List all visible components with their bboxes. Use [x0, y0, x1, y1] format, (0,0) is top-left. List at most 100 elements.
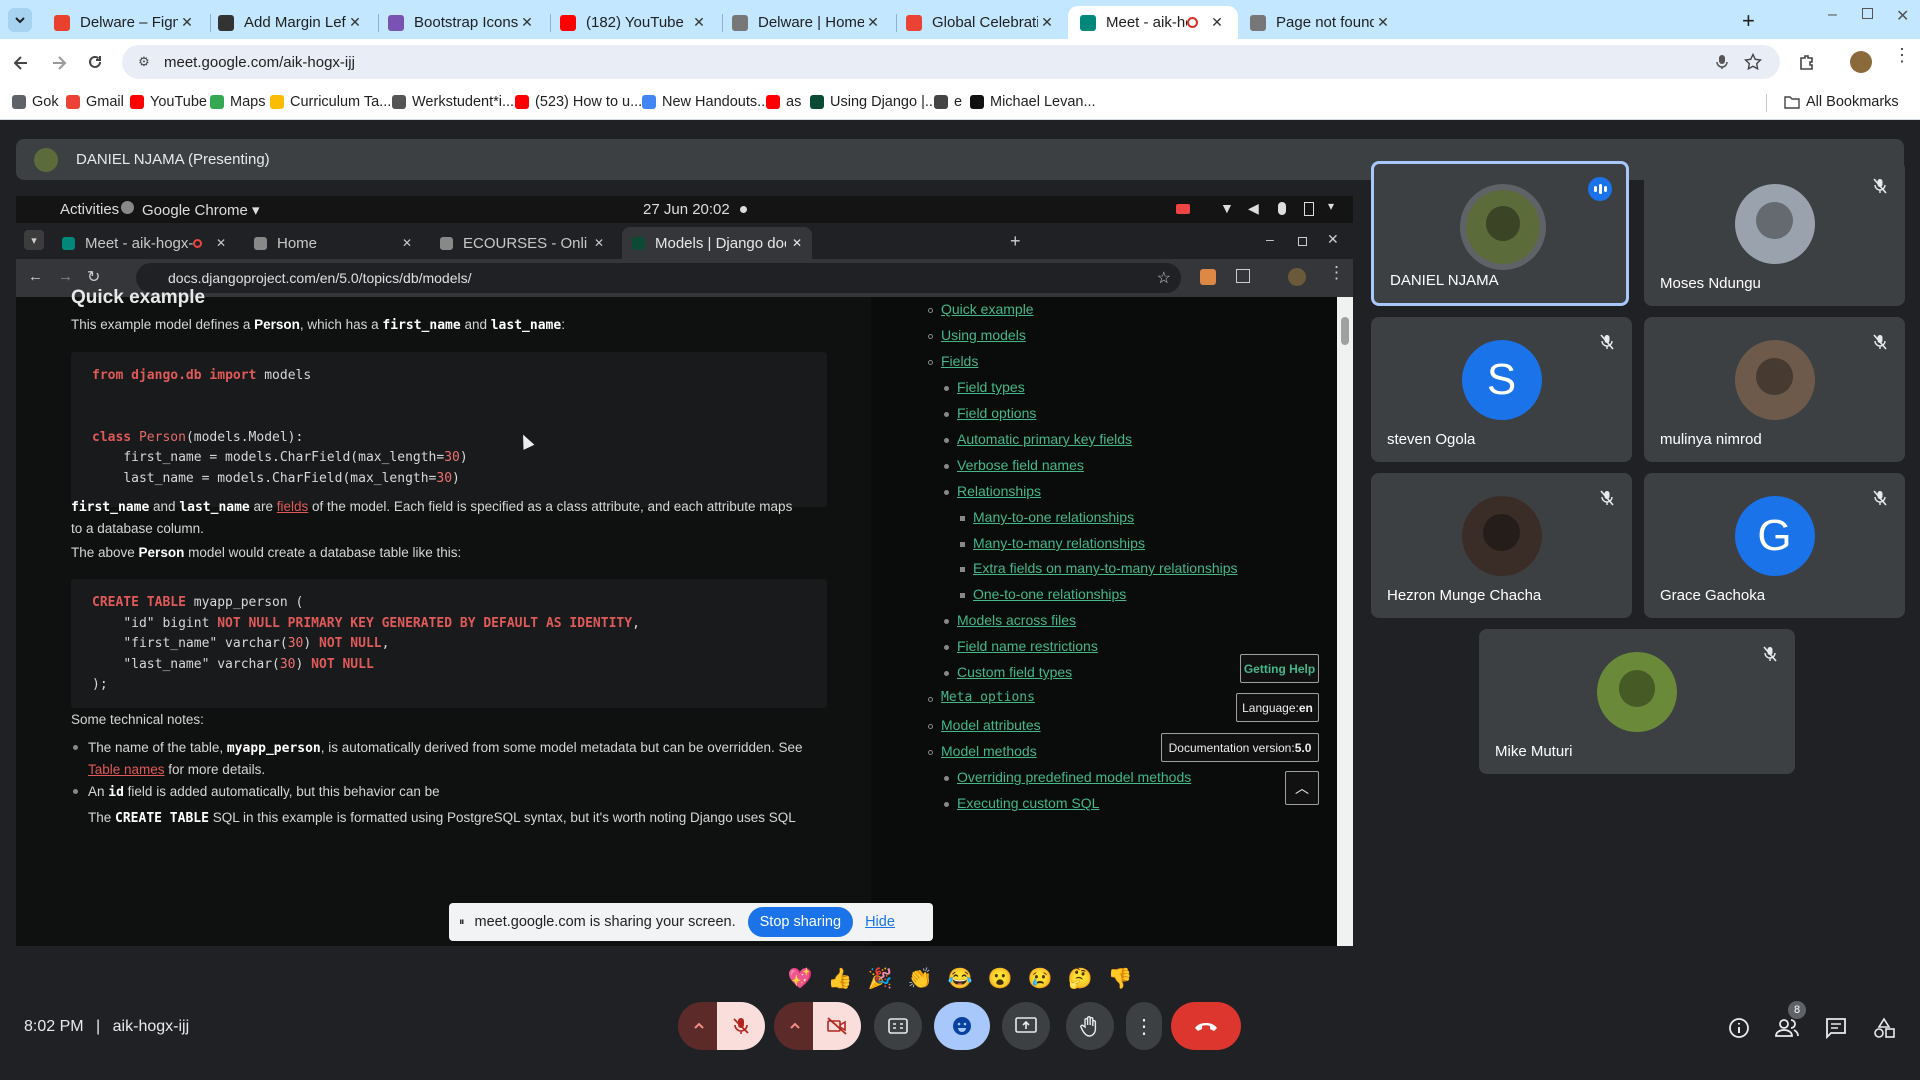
text: The: [88, 810, 116, 825]
close-tab-icon[interactable]: ✕: [864, 14, 882, 31]
tab-title: Page not found at /s: [1276, 14, 1374, 31]
mic-toggle-button[interactable]: [717, 1002, 765, 1050]
new-tab-button[interactable]: +: [1742, 8, 1755, 34]
close-tab-icon[interactable]: ✕: [1208, 14, 1226, 31]
bookmark-523-how-to-u[interactable]: (523) How to u...: [515, 94, 642, 110]
reaction-button[interactable]: 💖: [786, 964, 814, 992]
toc-bullet: [928, 697, 933, 702]
captions-button[interactable]: [874, 1002, 922, 1050]
close-tab-icon[interactable]: ✕: [518, 14, 536, 31]
mic-indicator-icon: [1278, 202, 1286, 215]
bookmark-gok[interactable]: Gok: [12, 94, 59, 110]
bookmark-curriculum-ta[interactable]: Curriculum Ta...: [270, 94, 391, 110]
bookmark-new-handouts[interactable]: New Handouts...: [642, 94, 769, 110]
camera-options-button[interactable]: [774, 1002, 816, 1050]
star-icon[interactable]: [1744, 53, 1762, 71]
participant-tile-mike-muturi[interactable]: Mike Muturi: [1479, 629, 1795, 774]
present-button[interactable]: [1002, 1002, 1050, 1050]
presenter-avatar: [34, 147, 58, 172]
activities-icon[interactable]: [1873, 1017, 1895, 1039]
hide-button[interactable]: Hide: [865, 914, 895, 930]
all-bookmarks-button[interactable]: All Bookmarks: [1784, 94, 1899, 110]
browser-tab-delware-home[interactable]: Delware | Home ✕: [720, 6, 894, 39]
minimize-button[interactable]: –: [1828, 6, 1837, 24]
bookmark-michael-levan[interactable]: Michael Levan...: [970, 94, 1096, 110]
participant-tile-daniel-njama[interactable]: DANIEL NJAMA: [1371, 161, 1629, 306]
browser-menu-icon[interactable]: ⋮: [1893, 46, 1911, 64]
bookmark-maps[interactable]: Maps: [210, 94, 265, 110]
browser-tab-bootstrap-icons-off[interactable]: Bootstrap Icons · Off✕: [376, 6, 548, 39]
close-tab-icon[interactable]: ✕: [1374, 14, 1392, 31]
address-bar[interactable]: ⚙ meet.google.com/aik-hogx-ijj: [122, 45, 1780, 79]
browser-tab-182-youtube[interactable]: (182) YouTube ✕: [548, 6, 720, 39]
bookmark-e[interactable]: e: [934, 94, 962, 110]
maximize-button[interactable]: [1862, 8, 1873, 19]
close-tab-icon[interactable]: ✕: [346, 14, 364, 31]
shared-extension-icon: [1200, 269, 1216, 285]
reaction-button[interactable]: 👍: [826, 964, 854, 992]
browser-tab-add-margin-left[interactable]: Add Margin Left ✕: [206, 6, 376, 39]
browser-tab-page-not-found-at-s[interactable]: Page not found at /s✕: [1238, 6, 1404, 39]
shared-tab-meet-aik-hogx-ijj: Meet - aik-hogx-ijj ✕: [52, 227, 236, 259]
toc-bullet: [944, 671, 949, 676]
reaction-button[interactable]: 👏: [906, 964, 934, 992]
chat-icon[interactable]: [1825, 1017, 1847, 1039]
people-icon: [1775, 1019, 1799, 1037]
tab-search-button[interactable]: [8, 8, 32, 32]
participant-tile-steven-ogola[interactable]: Ssteven Ogola: [1371, 317, 1632, 462]
participant-tile-grace-gachoka[interactable]: G Grace Gachoka: [1644, 473, 1905, 618]
toc-link-relationships: Relationships: [957, 483, 1042, 499]
participant-tile-mulinya-nimrod[interactable]: mulinya nimrod: [1644, 317, 1905, 462]
tab-favicon-icon: [560, 14, 576, 31]
bookmark-as[interactable]: as: [766, 94, 801, 110]
bookmark-youtube[interactable]: YouTube: [130, 94, 207, 110]
meeting-details-icon[interactable]: [1728, 1017, 1750, 1039]
close-tab-icon[interactable]: ✕: [178, 14, 196, 31]
bookmark-using-django[interactable]: Using Django |...: [810, 94, 937, 110]
reaction-button[interactable]: 🎉: [866, 964, 894, 992]
extensions-icon[interactable]: [1798, 53, 1816, 71]
tab-title: (182) YouTube: [586, 14, 684, 31]
stop-sharing-button[interactable]: Stop sharing: [747, 907, 854, 937]
tab-title: Global Celebration: E: [932, 14, 1038, 31]
mic-options-button[interactable]: [678, 1002, 720, 1050]
back-icon[interactable]: [12, 54, 30, 72]
bookmark-gmail[interactable]: Gmail: [66, 94, 124, 110]
reaction-button[interactable]: 😂: [946, 964, 974, 992]
reaction-button[interactable]: 🤔: [1066, 964, 1094, 992]
text: and: [460, 317, 491, 332]
presenter-label: DANIEL NJAMA (Presenting): [76, 151, 270, 168]
participant-name: DANIEL NJAMA: [1390, 272, 1499, 289]
reactions-button[interactable]: [934, 1002, 990, 1050]
forward-icon[interactable]: [50, 54, 68, 72]
close-window-button[interactable]: ✕: [1896, 6, 1909, 26]
tab-favicon-icon: [732, 14, 748, 31]
participant-tile-hezron-munge-chacha[interactable]: Hezron Munge Chacha: [1371, 473, 1632, 618]
raise-hand-button[interactable]: [1066, 1002, 1114, 1050]
close-tab-icon[interactable]: ✕: [690, 14, 708, 31]
camera-toggle-button[interactable]: [813, 1002, 861, 1050]
activities-label: Activities: [60, 201, 120, 218]
browser-tab-meet-aik-hogx-ijj[interactable]: Meet - aik-hogx-ijj ✕: [1068, 6, 1238, 39]
more-options-button[interactable]: ⋮: [1126, 1002, 1162, 1050]
profile-avatar[interactable]: [1850, 51, 1872, 73]
browser-tab-global-celebration-e[interactable]: Global Celebration: E✕: [894, 6, 1068, 39]
reaction-button[interactable]: 👎: [1106, 964, 1134, 992]
site-info-icon[interactable]: ⚙: [136, 54, 152, 70]
language-label: Language:: [1242, 700, 1299, 715]
bookmark-werkstudent-i[interactable]: Werkstudent*i...: [392, 94, 514, 110]
reload-icon[interactable]: [86, 53, 104, 71]
toc-link-field-options: Field options: [957, 405, 1037, 421]
microphone-icon[interactable]: [1714, 54, 1730, 70]
reaction-button[interactable]: 😮: [986, 964, 1014, 992]
browser-tab-delware-figma[interactable]: Delware – Figma✕: [42, 6, 208, 39]
tab-favicon-icon: [388, 14, 404, 31]
participant-tile-moses-ndungu[interactable]: Moses Ndungu: [1644, 161, 1905, 306]
reaction-button[interactable]: 😢: [1026, 964, 1054, 992]
shared-tab-search-button: ▾: [24, 230, 44, 250]
toc-link-field-types: Field types: [957, 379, 1025, 395]
leave-call-button[interactable]: [1171, 1002, 1241, 1050]
bookmark-label: YouTube: [150, 94, 207, 110]
close-tab-icon[interactable]: ✕: [1038, 14, 1056, 31]
people-button[interactable]: 8: [1774, 1001, 1806, 1040]
